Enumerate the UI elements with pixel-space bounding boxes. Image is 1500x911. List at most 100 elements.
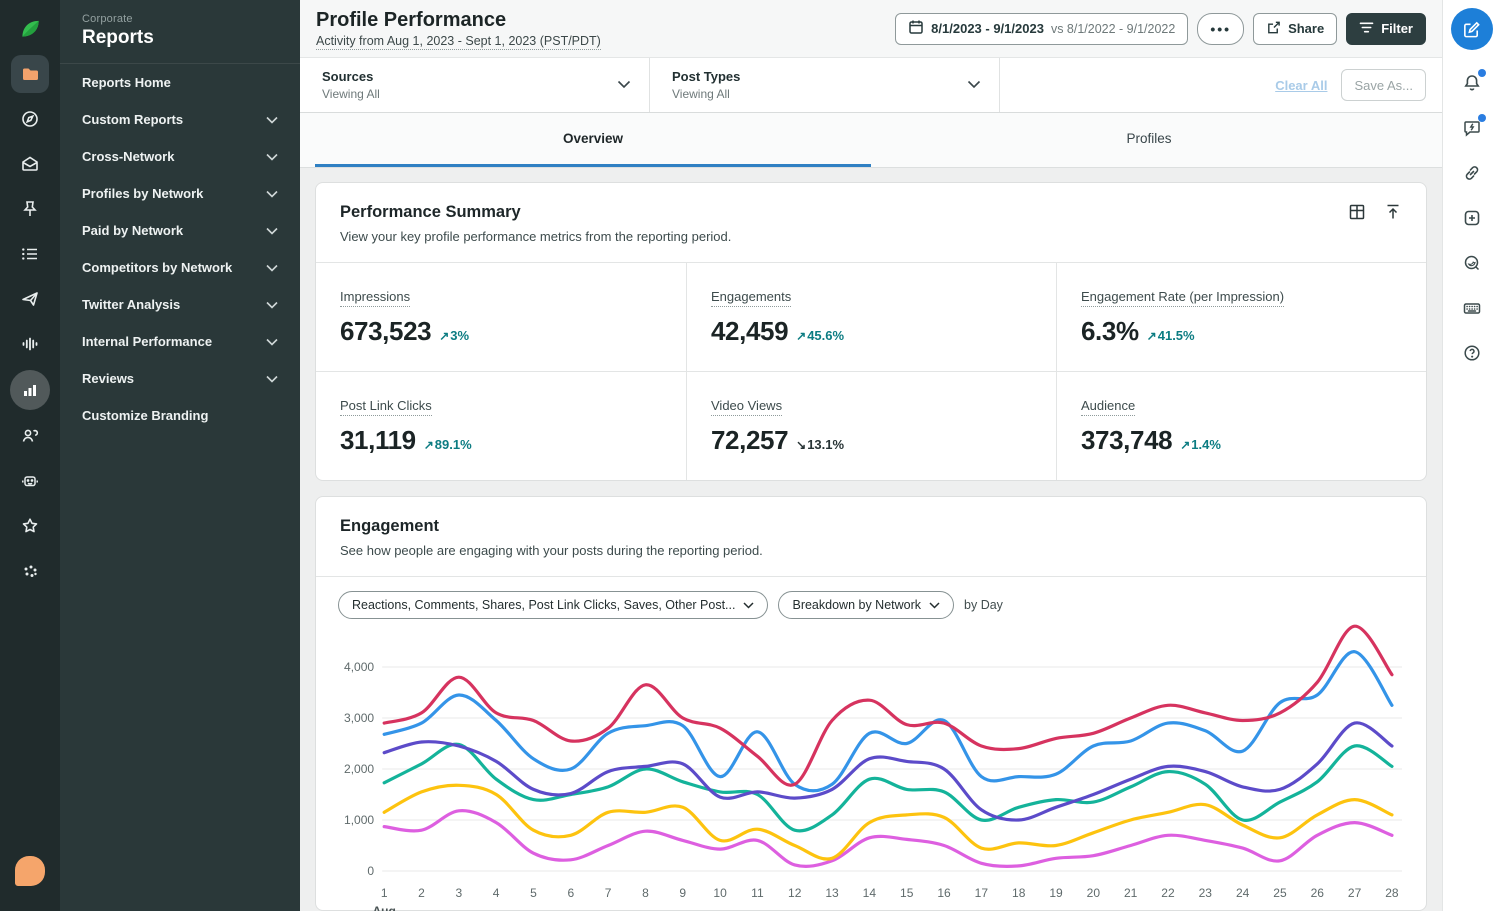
bar-chart-icon[interactable] <box>10 370 50 410</box>
date-range-text: 8/1/2023 - 9/1/2023 <box>931 21 1044 36</box>
svg-text:2,000: 2,000 <box>344 762 374 776</box>
svg-text:4: 4 <box>493 886 500 900</box>
tab-profiles[interactable]: Profiles <box>871 113 1427 167</box>
compare-range-text: vs 8/1/2022 - 9/1/2022 <box>1050 21 1176 36</box>
share-icon <box>1266 20 1281 38</box>
chevron-down-icon <box>266 116 278 124</box>
metric-select-dropdown[interactable]: Reactions, Comments, Shares, Post Link C… <box>338 591 769 619</box>
page-header: Profile Performance Activity from Aug 1,… <box>300 0 1442 58</box>
svg-text:27: 27 <box>1348 886 1362 900</box>
save-as-button[interactable]: Save As... <box>1341 69 1426 101</box>
sprout-logo-icon[interactable] <box>11 10 49 48</box>
metric-grid: Impressions 673,523 ↗3% Engagements 42,45… <box>316 263 1426 480</box>
sidebar-item-twitter-analysis[interactable]: Twitter Analysis <box>60 286 300 323</box>
avatar-leaf[interactable] <box>11 852 49 890</box>
metric-value: 31,119 <box>340 425 416 455</box>
metric-value: 6.3% <box>1081 316 1139 346</box>
calendar-icon <box>908 19 924 38</box>
by-day-label: by Day <box>964 598 1003 612</box>
filters-row: Sources Viewing All Post Types Viewing A… <box>300 58 1442 113</box>
svg-text:3,000: 3,000 <box>344 711 374 725</box>
metric-audience: Audience 373,748 ↗1.4% <box>1056 371 1426 480</box>
paper-plane-icon[interactable] <box>11 280 49 318</box>
svg-text:3: 3 <box>455 886 462 900</box>
export-icon[interactable] <box>1384 203 1402 221</box>
tabs: Overview Profiles <box>300 113 1442 168</box>
svg-text:4,000: 4,000 <box>344 660 374 674</box>
clear-all-link[interactable]: Clear All <box>1275 78 1327 93</box>
sidebar-item-reports-home[interactable]: Reports Home <box>60 64 300 101</box>
report-content: Performance Summary View your key profil… <box>300 168 1442 911</box>
metric-engagement-rate: Engagement Rate (per Impression) 6.3% ↗41… <box>1056 263 1426 371</box>
notifications-bell-icon[interactable] <box>1451 62 1493 104</box>
svg-text:9: 9 <box>679 886 686 900</box>
svg-text:12: 12 <box>788 886 802 900</box>
svg-text:16: 16 <box>937 886 951 900</box>
svg-text:1: 1 <box>381 886 388 900</box>
link-icon[interactable] <box>1451 152 1493 194</box>
apps-icon[interactable] <box>11 552 49 590</box>
svg-text:10: 10 <box>713 886 727 900</box>
svg-text:23: 23 <box>1199 886 1213 900</box>
chevron-down-icon <box>967 76 981 94</box>
sidebar-eyebrow: Corporate <box>82 13 133 25</box>
svg-text:15: 15 <box>900 886 914 900</box>
metric-value: 373,748 <box>1081 425 1173 455</box>
tab-overview[interactable]: Overview <box>315 113 871 167</box>
more-options-button[interactable]: ••• <box>1197 12 1245 45</box>
date-range-button[interactable]: 8/1/2023 - 9/1/2023 vs 8/1/2022 - 9/1/20… <box>895 12 1189 45</box>
waveform-icon[interactable] <box>11 325 49 363</box>
svg-text:19: 19 <box>1049 886 1063 900</box>
sidebar-item-paid-by-network[interactable]: Paid by Network <box>60 212 300 249</box>
star-icon[interactable] <box>11 507 49 545</box>
post-types-filter[interactable]: Post Types Viewing All <box>650 58 1000 112</box>
inbox-icon[interactable] <box>11 145 49 183</box>
metric-delta: ↗3% <box>439 328 470 343</box>
sidebar-item-customize-branding[interactable]: Customize Branding <box>60 397 300 434</box>
compass-icon[interactable] <box>11 100 49 138</box>
table-view-icon[interactable] <box>1348 203 1366 221</box>
app-root: Corporate Reports Reports Home Custom Re… <box>0 0 1500 911</box>
svg-text:8: 8 <box>642 886 649 900</box>
sidebar-item-reviews[interactable]: Reviews <box>60 360 300 397</box>
sidebar-item-competitors-by-network[interactable]: Competitors by Network <box>60 249 300 286</box>
folder-icon[interactable] <box>11 55 49 93</box>
help-icon[interactable] <box>1451 332 1493 374</box>
robot-icon[interactable] <box>11 462 49 500</box>
sidebar-title: Reports <box>82 27 154 48</box>
engagement-card: Engagement See how people are engaging w… <box>315 496 1427 911</box>
share-button[interactable]: Share <box>1253 12 1338 45</box>
svg-text:6: 6 <box>567 886 574 900</box>
breakdown-select-dropdown[interactable]: Breakdown by Network <box>778 591 955 619</box>
sidebar-item-internal-performance[interactable]: Internal Performance <box>60 323 300 360</box>
metric-delta: ↘13.1% <box>796 437 845 452</box>
compose-button[interactable] <box>1450 8 1493 50</box>
metric-delta: ↗89.1% <box>423 437 472 452</box>
chevron-down-icon <box>266 264 278 272</box>
people-icon[interactable] <box>11 417 49 455</box>
list-icon[interactable] <box>11 235 49 273</box>
svg-text:7: 7 <box>605 886 612 900</box>
filter-button[interactable]: Filter <box>1346 12 1426 45</box>
add-window-icon[interactable] <box>1451 197 1493 239</box>
message-lightning-icon[interactable] <box>1451 107 1493 149</box>
keyboard-icon[interactable] <box>1451 287 1493 329</box>
engagement-line-chart[interactable]: 01,0002,0003,0004,0001 2 3 4 5 6 7 8 9 10 11 12 13 14… <box>336 623 1406 911</box>
svg-text:0: 0 <box>367 864 374 878</box>
performance-summary-title: Performance Summary <box>340 203 521 221</box>
sources-filter[interactable]: Sources Viewing All <box>300 58 650 112</box>
chevron-down-icon <box>266 227 278 235</box>
metric-post-link-clicks: Post Link Clicks 31,119 ↗89.1% <box>316 371 686 480</box>
pin-icon[interactable] <box>11 190 49 228</box>
sidebar-item-custom-reports[interactable]: Custom Reports <box>60 101 300 138</box>
twitter-search-icon[interactable] <box>1451 242 1493 284</box>
engagement-subtitle: See how people are engaging with your po… <box>340 543 763 558</box>
svg-text:14: 14 <box>863 886 877 900</box>
metric-delta: ↗41.5% <box>1146 328 1195 343</box>
sidebar-item-profiles-by-network[interactable]: Profiles by Network <box>60 175 300 212</box>
svg-text:2: 2 <box>418 886 425 900</box>
sidebar-header: Corporate Reports <box>60 0 300 64</box>
sidebar-item-cross-network[interactable]: Cross-Network <box>60 138 300 175</box>
page-subtitle: Activity from Aug 1, 2023 - Sept 1, 2023… <box>316 34 601 50</box>
chevron-down-icon <box>266 190 278 198</box>
